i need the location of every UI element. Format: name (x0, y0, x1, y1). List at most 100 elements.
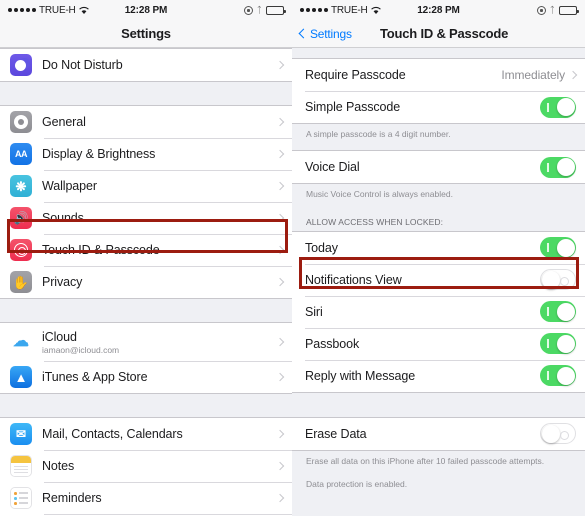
row-label: Erase Data (305, 426, 367, 441)
sounds-icon: 🔊 (10, 207, 32, 229)
section-header-allow-access: ALLOW ACCESS WHEN LOCKED: (292, 204, 585, 231)
right-nav-bar: Settings Touch ID & Passcode (292, 20, 585, 48)
row-label: Voice Dial (305, 160, 360, 175)
erase-data-group: Erase Data (292, 416, 585, 451)
row-voice-dial[interactable]: Voice Dial (292, 151, 585, 184)
row-label: Notifications View (305, 272, 402, 287)
voice-dial-group: Voice Dial (292, 150, 585, 185)
toggle-voice-dial[interactable] (540, 156, 576, 178)
chevron-right-icon (275, 337, 285, 347)
passcode-group: Require Passcode Immediately Simple Pass… (292, 58, 585, 124)
row-label: Mail, Contacts, Calendars (42, 427, 183, 441)
row-label: General (42, 115, 86, 129)
chevron-right-icon (275, 245, 285, 255)
toggle-erase-data[interactable] (540, 423, 576, 445)
left-status-bar: TRUE-H 12:28 PM ᛏ (0, 0, 292, 20)
gear-icon (10, 111, 32, 133)
settings-group-2: General AA Display & Brightness ❋ Wallpa… (0, 105, 292, 299)
row-label: iTunes & App Store (42, 370, 148, 384)
row-erase-data[interactable]: Erase Data (292, 417, 585, 450)
chevron-left-icon (298, 28, 309, 39)
row-label: Simple Passcode (305, 100, 401, 114)
footnote-simple-passcode: A simple passcode is a 4 digit number. (292, 124, 585, 145)
settings-group-3: ☁ iCloud iamaon@icloud.com ▲ iTunes & Ap… (0, 322, 292, 394)
moon-icon (10, 54, 32, 76)
right-status-bar: TRUE-H 12:28 PM ᛏ (292, 0, 585, 20)
sidebar-item-general[interactable]: General (0, 106, 292, 138)
footnote-erase-data-1: Erase all data on this iPhone after 10 f… (292, 450, 585, 472)
sidebar-item-do-not-disturb[interactable]: Do Not Disturb (0, 49, 292, 81)
row-label: Reminders (42, 491, 102, 505)
footnote-erase-data-2: Data protection is enabled. (292, 471, 585, 495)
chevron-right-icon (275, 213, 285, 223)
sidebar-item-privacy[interactable]: ✋ Privacy (0, 266, 292, 298)
toggle-siri[interactable] (540, 301, 576, 323)
toggle-today[interactable] (540, 237, 576, 259)
toggle-simple-passcode[interactable] (540, 96, 576, 118)
require-passcode-value: Immediately (501, 68, 565, 82)
bluetooth-icon: ᛏ (549, 4, 555, 15)
chevron-right-icon (275, 60, 285, 70)
row-siri[interactable]: Siri (292, 295, 585, 328)
footnote-voice-dial: Music Voice Control is always enabled. (292, 184, 585, 205)
back-button[interactable]: Settings (298, 26, 352, 41)
row-today[interactable]: Today (292, 231, 585, 264)
row-label: iCloud (42, 329, 77, 344)
touch-id-settings-list[interactable]: Require Passcode Immediately Simple Pass… (292, 48, 585, 516)
carrier-label: TRUE-H (331, 4, 368, 16)
settings-group-1: Do Not Disturb (0, 48, 292, 82)
chevron-right-icon (275, 372, 285, 382)
page-title: Settings (121, 26, 171, 41)
section-gap (0, 82, 292, 105)
section-gap (292, 392, 585, 417)
sidebar-item-touch-id-passcode[interactable]: Touch ID & Passcode (0, 234, 292, 266)
row-require-passcode[interactable]: Require Passcode Immediately (292, 59, 585, 91)
section-gap (0, 394, 292, 417)
screenshot-stage: TRUE-H 12:28 PM ᛏ Settings Do Not Distur… (0, 0, 585, 516)
chevron-right-icon (275, 181, 285, 191)
wifi-icon (78, 6, 89, 15)
bluetooth-icon: ᛏ (256, 4, 262, 15)
row-label: Privacy (42, 275, 83, 289)
section-gap (0, 299, 292, 322)
right-status-left: TRUE-H (300, 5, 381, 16)
chevron-right-icon (275, 429, 285, 439)
carrier-label: TRUE-H (39, 4, 76, 16)
chevron-right-icon (275, 149, 285, 159)
page-title: Touch ID & Passcode (380, 26, 509, 41)
row-passbook[interactable]: Passbook (292, 327, 585, 360)
row-label: Passbook (305, 336, 360, 351)
toggle-notifications-view[interactable] (540, 269, 576, 291)
left-phone-settings-screen: TRUE-H 12:28 PM ᛏ Settings Do Not Distur… (0, 0, 292, 516)
chevron-right-icon (568, 70, 578, 80)
rotation-lock-icon (243, 5, 253, 15)
row-notifications-view[interactable]: Notifications View (292, 263, 585, 296)
signal-strength-icon (8, 8, 36, 12)
right-status-right: ᛏ (536, 4, 579, 15)
sidebar-item-mail-contacts-calendars[interactable]: ✉ Mail, Contacts, Calendars (0, 418, 292, 450)
chevron-right-icon (275, 277, 285, 287)
row-reply-with-message[interactable]: Reply with Message (292, 359, 585, 392)
sidebar-item-sounds[interactable]: 🔊 Sounds (0, 202, 292, 234)
sidebar-item-reminders[interactable]: Reminders (0, 482, 292, 514)
settings-list[interactable]: Do Not Disturb General AA Display & Brig… (0, 48, 292, 516)
toggle-passbook[interactable] (540, 333, 576, 355)
section-gap (292, 48, 585, 58)
row-label: Display & Brightness (42, 147, 156, 161)
left-status-right: ᛏ (243, 4, 286, 15)
row-label: Notes (42, 459, 75, 473)
right-phone-touch-id-screen: TRUE-H 12:28 PM ᛏ Settings Touch ID & Pa… (292, 0, 585, 516)
sidebar-item-icloud[interactable]: ☁ iCloud iamaon@icloud.com (0, 323, 292, 361)
sidebar-item-wallpaper[interactable]: ❋ Wallpaper (0, 170, 292, 202)
sidebar-item-notes[interactable]: Notes (0, 450, 292, 482)
left-status-left: TRUE-H (8, 5, 89, 16)
toggle-reply-with-message[interactable] (540, 365, 576, 387)
row-simple-passcode[interactable]: Simple Passcode (292, 91, 585, 123)
sidebar-item-display-brightness[interactable]: AA Display & Brightness (0, 138, 292, 170)
icloud-account-email: iamaon@icloud.com (42, 344, 120, 355)
back-button-label: Settings (310, 26, 352, 41)
wallpaper-icon: ❋ (10, 175, 32, 197)
sidebar-item-itunes-app-store[interactable]: ▲ iTunes & App Store (0, 361, 292, 393)
row-label: Do Not Disturb (42, 58, 123, 72)
row-label: Wallpaper (42, 179, 97, 193)
